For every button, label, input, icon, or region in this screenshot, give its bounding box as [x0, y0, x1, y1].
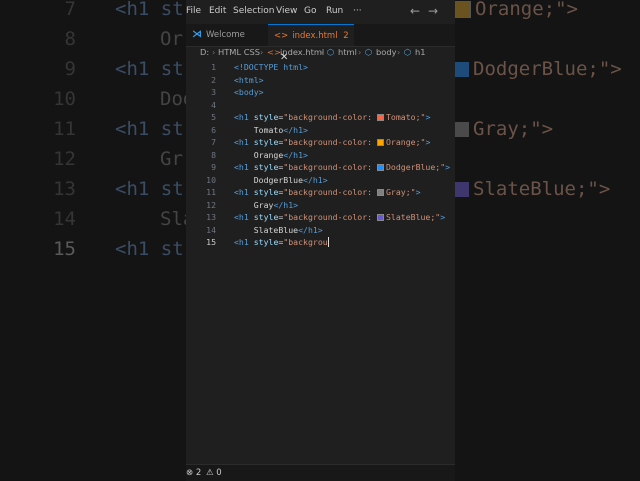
tab-welcome[interactable]: ⋊ Welcome	[192, 24, 266, 46]
gray-swatch-icon[interactable]	[377, 189, 384, 196]
code-line: <h1 style="background-color: SlateBlue;"…	[234, 212, 446, 222]
line-number: 11	[206, 187, 216, 197]
html-icon: <>	[274, 31, 289, 41]
menu-go[interactable]: Go	[304, 6, 316, 16]
bg-line-number: 14	[53, 208, 76, 230]
bg-code-line: <h1 st	[115, 0, 184, 20]
breadcrumb-html[interactable]: html	[338, 47, 357, 57]
line-number: 5	[211, 112, 216, 122]
menu-file[interactable]: File	[186, 6, 201, 16]
bg-string: Orange;">	[455, 0, 578, 20]
vscode-icon: ⋊	[192, 29, 202, 40]
bg-line-number: 7	[64, 0, 76, 20]
warning-icon: ⚠	[205, 468, 214, 478]
warning-count: 0	[216, 468, 222, 478]
back-arrow-icon[interactable]: ←	[410, 4, 420, 18]
line-number: 13	[206, 212, 216, 222]
breadcrumb-drive[interactable]: D:	[200, 47, 209, 57]
line-number: 9	[211, 162, 216, 172]
menu-more[interactable]: ···	[353, 6, 362, 16]
menu-edit[interactable]: Edit	[209, 6, 226, 16]
breadcrumb-file[interactable]: index.html	[280, 47, 324, 57]
line-number: 6	[211, 124, 216, 135]
code-line: <h1 style="background-color: Tomato;">	[234, 112, 431, 122]
error-count: 2	[195, 468, 202, 478]
bg-code-line: <h1 st	[115, 178, 184, 200]
slateblue-swatch-icon	[455, 182, 469, 197]
bg-code-line: <h1 st	[115, 238, 184, 260]
bg-line-number: 11	[53, 118, 76, 140]
bg-line-number: 10	[53, 88, 76, 110]
text-cursor	[327, 237, 329, 247]
tomato-swatch-icon[interactable]	[377, 114, 384, 121]
line-number: 14	[206, 224, 216, 235]
status-bar: ⊗ 2 ⚠ 0	[186, 464, 455, 481]
bg-string: DodgerBlue;">	[455, 58, 622, 80]
element-icon: ⬡	[404, 47, 412, 57]
breadcrumb-h1[interactable]: h1	[415, 47, 426, 57]
menu-run[interactable]: Run	[326, 6, 343, 16]
slateblue-swatch-icon[interactable]	[377, 214, 384, 221]
breadcrumb: D: › HTML CSS › <> index.html › ⬡ html ›…	[200, 47, 426, 57]
bg-code-line: <h1 st	[115, 58, 184, 80]
code-line: <h1 style="background-color: DodgerBlue;…	[234, 162, 451, 172]
line-number: 2	[211, 74, 216, 85]
bg-line-number: 13	[53, 178, 76, 200]
element-icon: ⬡	[327, 47, 335, 57]
bg-line-number: 15	[53, 238, 76, 260]
code-line: <h1 style="background-color: Gray;">	[234, 187, 421, 197]
error-icon: ⊗	[186, 468, 194, 478]
html-file-icon: <>	[267, 47, 281, 57]
code-line: <h1 style="background-color: Orange;">	[234, 137, 431, 147]
problems-indicator[interactable]: ⊗ 2 ⚠ 0	[186, 468, 222, 478]
tab-index-html[interactable]: <> index.html 2 ✕	[268, 24, 354, 63]
line-number: 7	[211, 137, 216, 147]
line-number-active: 15	[206, 237, 216, 247]
dodgerblue-swatch-icon	[455, 62, 469, 77]
gray-swatch-icon	[455, 122, 469, 137]
tab-bar: ⋊ Welcome <> index.html 2 ✕	[186, 24, 455, 63]
menu-view[interactable]: View	[276, 6, 297, 16]
vscode-window: File Edit Selection View Go Run ··· ← → …	[186, 0, 455, 481]
line-number: 10	[206, 174, 216, 185]
code-line: SlateBlue</h1>	[234, 224, 323, 235]
bg-line-number: 12	[53, 148, 76, 170]
line-number: 4	[211, 99, 216, 110]
code-line: Gray</h1>	[234, 199, 299, 210]
code-editor[interactable]: 1 2 3 4 5 6 7 8 9 10 11 12 13 14 15 <!DO…	[186, 60, 455, 460]
orange-swatch-icon[interactable]	[377, 139, 384, 146]
bg-string: SlateBlue;">	[455, 178, 610, 200]
problem-count-badge: 2	[343, 31, 349, 41]
bg-code-line: Or	[160, 28, 183, 50]
code-line: <html>	[234, 74, 264, 85]
dodgerblue-swatch-icon[interactable]	[377, 164, 384, 171]
bg-code-line: <h1 st	[115, 118, 184, 140]
menu-selection[interactable]: Selection	[233, 6, 274, 16]
code-line: Tomato</h1>	[234, 124, 308, 135]
bg-string: Gray;">	[455, 118, 553, 140]
code-line: Orange</h1>	[234, 149, 308, 160]
element-icon: ⬡	[365, 47, 373, 57]
breadcrumb-body[interactable]: body	[376, 47, 397, 57]
code-line-current: <h1 style="backgrou	[234, 237, 329, 247]
line-number: 3	[211, 87, 216, 97]
menu-bar: File Edit Selection View Go Run ··· ← →	[186, 0, 455, 24]
code-line: DodgerBlue</h1>	[234, 174, 328, 185]
bg-line-number: 9	[64, 58, 76, 80]
bg-line-number: 8	[64, 28, 76, 50]
bg-code-line: Gr	[160, 148, 183, 170]
line-number: 12	[206, 199, 216, 210]
code-line: <!DOCTYPE html>	[234, 62, 308, 72]
code-line: <body>	[234, 87, 264, 97]
breadcrumb-folder[interactable]: HTML CSS	[218, 47, 260, 57]
line-number: 8	[211, 149, 216, 160]
orange-swatch-icon	[455, 1, 471, 18]
forward-arrow-icon[interactable]: →	[428, 4, 438, 18]
line-number: 1	[211, 62, 216, 72]
